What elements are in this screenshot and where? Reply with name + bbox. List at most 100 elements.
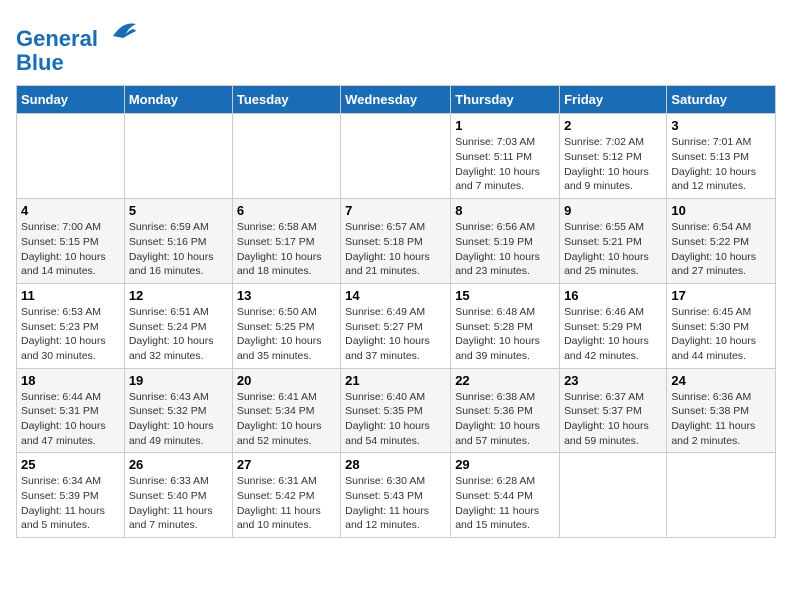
day-info: Sunrise: 6:50 AM Sunset: 5:25 PM Dayligh… xyxy=(237,305,336,364)
calendar-table: SundayMondayTuesdayWednesdayThursdayFrid… xyxy=(16,85,776,538)
logo: General Blue xyxy=(16,16,138,75)
day-info: Sunrise: 6:58 AM Sunset: 5:17 PM Dayligh… xyxy=(237,220,336,279)
day-info: Sunrise: 6:48 AM Sunset: 5:28 PM Dayligh… xyxy=(455,305,555,364)
day-info: Sunrise: 6:44 AM Sunset: 5:31 PM Dayligh… xyxy=(21,390,120,449)
calendar-cell: 11 Sunrise: 6:53 AM Sunset: 5:23 PM Dayli… xyxy=(17,283,125,368)
calendar-cell: 15 Sunrise: 6:48 AM Sunset: 5:28 PM Dayli… xyxy=(451,283,560,368)
day-number: 16 xyxy=(564,288,662,303)
calendar-cell: 25Sunrise: 6:34 AM Sunset: 5:39 PM Dayli… xyxy=(17,453,125,538)
header-wednesday: Wednesday xyxy=(341,86,451,114)
day-number: 26 xyxy=(129,457,228,472)
day-info: Sunrise: 6:31 AM Sunset: 5:42 PM Dayligh… xyxy=(237,474,336,533)
day-number: 17 xyxy=(671,288,771,303)
calendar-cell xyxy=(341,114,451,199)
calendar-cell: 2 Sunrise: 7:02 AM Sunset: 5:12 PM Daylig… xyxy=(560,114,667,199)
day-number: 8 xyxy=(455,203,555,218)
calendar-cell: 26 Sunrise: 6:33 AM Sunset: 5:40 PM Dayli… xyxy=(124,453,232,538)
calendar-cell: 16 Sunrise: 6:46 AM Sunset: 5:29 PM Dayli… xyxy=(560,283,667,368)
calendar-cell: 18 Sunrise: 6:44 AM Sunset: 5:31 PM Dayli… xyxy=(17,368,125,453)
day-number: 3 xyxy=(671,118,771,133)
day-info: Sunrise: 7:00 AM Sunset: 5:15 PM Dayligh… xyxy=(21,220,120,279)
day-number: 5 xyxy=(129,203,228,218)
week-row: 4 Sunrise: 7:00 AM Sunset: 5:15 PM Daylig… xyxy=(17,199,776,284)
day-number: 10 xyxy=(671,203,771,218)
calendar-cell: 23 Sunrise: 6:37 AM Sunset: 5:37 PM Dayli… xyxy=(560,368,667,453)
calendar-cell: 7 Sunrise: 6:57 AM Sunset: 5:18 PM Daylig… xyxy=(341,199,451,284)
calendar-cell: 29Sunrise: 6:28 AM Sunset: 5:44 PM Dayli… xyxy=(451,453,560,538)
day-info: Sunrise: 7:02 AM Sunset: 5:12 PM Dayligh… xyxy=(564,135,662,194)
calendar-cell: 24 Sunrise: 6:36 AM Sunset: 5:38 PM Dayli… xyxy=(667,368,776,453)
day-info: Sunrise: 6:41 AM Sunset: 5:34 PM Dayligh… xyxy=(237,390,336,449)
calendar-cell: 9Sunrise: 6:55 AM Sunset: 5:21 PM Daylig… xyxy=(560,199,667,284)
calendar-cell: 14 Sunrise: 6:49 AM Sunset: 5:27 PM Dayli… xyxy=(341,283,451,368)
day-number: 4 xyxy=(21,203,120,218)
day-info: Sunrise: 6:43 AM Sunset: 5:32 PM Dayligh… xyxy=(129,390,228,449)
day-number: 21 xyxy=(345,373,446,388)
calendar-cell: 3 Sunrise: 7:01 AM Sunset: 5:13 PM Daylig… xyxy=(667,114,776,199)
day-info: Sunrise: 6:33 AM Sunset: 5:40 PM Dayligh… xyxy=(129,474,228,533)
calendar-cell: 28Sunrise: 6:30 AM Sunset: 5:43 PM Dayli… xyxy=(341,453,451,538)
calendar-cell xyxy=(232,114,340,199)
day-number: 7 xyxy=(345,203,446,218)
day-info: Sunrise: 6:59 AM Sunset: 5:16 PM Dayligh… xyxy=(129,220,228,279)
calendar-cell: 21Sunrise: 6:40 AM Sunset: 5:35 PM Dayli… xyxy=(341,368,451,453)
day-info: Sunrise: 6:57 AM Sunset: 5:18 PM Dayligh… xyxy=(345,220,446,279)
day-number: 1 xyxy=(455,118,555,133)
day-number: 25 xyxy=(21,457,120,472)
day-number: 6 xyxy=(237,203,336,218)
day-info: Sunrise: 7:03 AM Sunset: 5:11 PM Dayligh… xyxy=(455,135,555,194)
day-number: 14 xyxy=(345,288,446,303)
week-row: 18 Sunrise: 6:44 AM Sunset: 5:31 PM Dayli… xyxy=(17,368,776,453)
day-info: Sunrise: 6:55 AM Sunset: 5:21 PM Dayligh… xyxy=(564,220,662,279)
day-info: Sunrise: 6:49 AM Sunset: 5:27 PM Dayligh… xyxy=(345,305,446,364)
day-info: Sunrise: 6:37 AM Sunset: 5:37 PM Dayligh… xyxy=(564,390,662,449)
day-info: Sunrise: 6:56 AM Sunset: 5:19 PM Dayligh… xyxy=(455,220,555,279)
day-number: 13 xyxy=(237,288,336,303)
calendar-cell: 19 Sunrise: 6:43 AM Sunset: 5:32 PM Dayli… xyxy=(124,368,232,453)
calendar-cell: 13 Sunrise: 6:50 AM Sunset: 5:25 PM Dayli… xyxy=(232,283,340,368)
calendar-cell: 12 Sunrise: 6:51 AM Sunset: 5:24 PM Dayli… xyxy=(124,283,232,368)
calendar-cell: 20 Sunrise: 6:41 AM Sunset: 5:34 PM Dayli… xyxy=(232,368,340,453)
calendar-cell: 22Sunrise: 6:38 AM Sunset: 5:36 PM Dayli… xyxy=(451,368,560,453)
day-number: 18 xyxy=(21,373,120,388)
day-number: 12 xyxy=(129,288,228,303)
day-number: 2 xyxy=(564,118,662,133)
logo-general: General xyxy=(16,26,98,51)
header-tuesday: Tuesday xyxy=(232,86,340,114)
day-info: Sunrise: 7:01 AM Sunset: 5:13 PM Dayligh… xyxy=(671,135,771,194)
calendar-cell: 8 Sunrise: 6:56 AM Sunset: 5:19 PM Daylig… xyxy=(451,199,560,284)
calendar-cell: 6 Sunrise: 6:58 AM Sunset: 5:17 PM Daylig… xyxy=(232,199,340,284)
day-info: Sunrise: 6:36 AM Sunset: 5:38 PM Dayligh… xyxy=(671,390,771,449)
day-number: 20 xyxy=(237,373,336,388)
day-info: Sunrise: 6:53 AM Sunset: 5:23 PM Dayligh… xyxy=(21,305,120,364)
calendar-cell xyxy=(560,453,667,538)
day-number: 23 xyxy=(564,373,662,388)
logo-blue: Blue xyxy=(16,51,138,75)
week-row: 11 Sunrise: 6:53 AM Sunset: 5:23 PM Dayli… xyxy=(17,283,776,368)
day-number: 11 xyxy=(21,288,120,303)
calendar-cell: 27Sunrise: 6:31 AM Sunset: 5:42 PM Dayli… xyxy=(232,453,340,538)
calendar-cell xyxy=(124,114,232,199)
logo-bird-icon xyxy=(108,16,138,46)
day-info: Sunrise: 6:51 AM Sunset: 5:24 PM Dayligh… xyxy=(129,305,228,364)
calendar-cell: 10 Sunrise: 6:54 AM Sunset: 5:22 PM Dayli… xyxy=(667,199,776,284)
calendar-cell: 5 Sunrise: 6:59 AM Sunset: 5:16 PM Daylig… xyxy=(124,199,232,284)
week-row: 25Sunrise: 6:34 AM Sunset: 5:39 PM Dayli… xyxy=(17,453,776,538)
day-info: Sunrise: 6:54 AM Sunset: 5:22 PM Dayligh… xyxy=(671,220,771,279)
day-number: 24 xyxy=(671,373,771,388)
day-number: 19 xyxy=(129,373,228,388)
day-info: Sunrise: 6:45 AM Sunset: 5:30 PM Dayligh… xyxy=(671,305,771,364)
calendar-cell: 4 Sunrise: 7:00 AM Sunset: 5:15 PM Daylig… xyxy=(17,199,125,284)
day-info: Sunrise: 6:46 AM Sunset: 5:29 PM Dayligh… xyxy=(564,305,662,364)
day-info: Sunrise: 6:38 AM Sunset: 5:36 PM Dayligh… xyxy=(455,390,555,449)
header-sunday: Sunday xyxy=(17,86,125,114)
calendar-cell: 1 Sunrise: 7:03 AM Sunset: 5:11 PM Daylig… xyxy=(451,114,560,199)
day-number: 28 xyxy=(345,457,446,472)
calendar-cell: 17 Sunrise: 6:45 AM Sunset: 5:30 PM Dayli… xyxy=(667,283,776,368)
day-number: 15 xyxy=(455,288,555,303)
header-friday: Friday xyxy=(560,86,667,114)
calendar-cell xyxy=(667,453,776,538)
calendar-header-row: SundayMondayTuesdayWednesdayThursdayFrid… xyxy=(17,86,776,114)
header-monday: Monday xyxy=(124,86,232,114)
header-saturday: Saturday xyxy=(667,86,776,114)
